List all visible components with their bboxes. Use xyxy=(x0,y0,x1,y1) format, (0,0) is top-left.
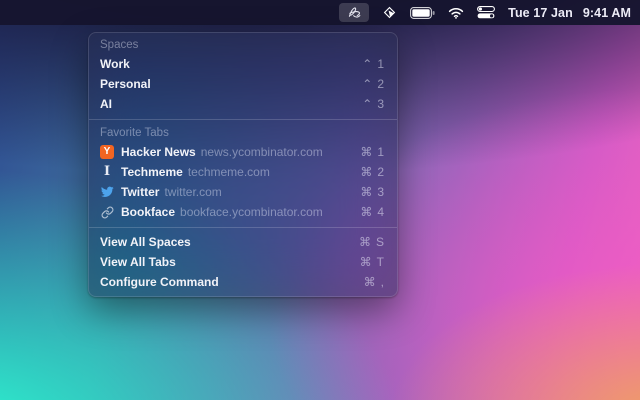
shortcut: ⌘ S xyxy=(359,235,384,249)
section-header-favorite-tabs: Favorite Tabs xyxy=(89,124,397,142)
shortcut-key: 1 xyxy=(377,145,384,159)
shortcut: ⌘ 3 xyxy=(360,185,384,199)
shortcut-modifier: ⌘ xyxy=(360,205,372,219)
arc-menubar-button[interactable] xyxy=(339,3,369,22)
menu-item-bookface[interactable]: Bookface bookface.ycombinator.com ⌘ 4 xyxy=(89,202,397,222)
control-center-icon[interactable] xyxy=(477,3,495,22)
techmeme-glyph: I xyxy=(104,165,110,179)
menu-item-configure-command[interactable]: Configure Command ⌘ , xyxy=(89,272,397,292)
menu-item-twitter[interactable]: Twitter twitter.com ⌘ 3 xyxy=(89,182,397,202)
shortcut: ⌘ 2 xyxy=(360,165,384,179)
shortcut: ⌃ 1 xyxy=(362,57,384,71)
shortcut: ⌃ 2 xyxy=(362,77,384,91)
menu-separator xyxy=(89,119,397,120)
menubar-clock[interactable]: Tue 17 Jan 9:41 AM xyxy=(508,6,631,20)
shortcut-modifier: ⌃ xyxy=(362,77,372,91)
shortcut-key: 2 xyxy=(377,77,384,91)
shortcut: ⌘ 4 xyxy=(360,205,384,219)
menu-item-techmeme[interactable]: I Techmeme techmeme.com ⌘ 2 xyxy=(89,162,397,182)
shortcut-key: T xyxy=(377,255,384,269)
diamond-app-icon[interactable] xyxy=(382,3,397,22)
menu-item-label: Configure Command xyxy=(100,275,219,289)
bookface-link-icon xyxy=(100,205,114,219)
menubar-date[interactable]: Tue 17 Jan xyxy=(508,6,573,20)
shortcut-modifier: ⌃ xyxy=(362,57,372,71)
arc-command-menu: Spaces Work ⌃ 1 Personal ⌃ 2 AI ⌃ 3 Favo… xyxy=(88,32,398,297)
shortcut-modifier: ⌘ xyxy=(360,255,372,269)
shortcut-key: , xyxy=(381,275,384,289)
menu-item-personal[interactable]: Personal ⌃ 2 xyxy=(89,74,397,94)
hacker-news-badge: Y xyxy=(100,145,114,159)
shortcut: ⌘ 1 xyxy=(360,145,384,159)
menu-item-ai[interactable]: AI ⌃ 3 xyxy=(89,94,397,114)
menu-item-label: View All Spaces xyxy=(100,235,191,249)
menu-item-label: Twitter xyxy=(121,185,159,199)
menu-item-view-all-spaces[interactable]: View All Spaces ⌘ S xyxy=(89,232,397,252)
shortcut-modifier: ⌘ xyxy=(360,145,372,159)
menu-item-view-all-tabs[interactable]: View All Tabs ⌘ T xyxy=(89,252,397,272)
battery-icon[interactable] xyxy=(410,3,435,22)
menu-item-url: twitter.com xyxy=(164,185,221,199)
menu-item-label: AI xyxy=(100,97,112,111)
shortcut-key: 4 xyxy=(377,205,384,219)
shortcut-modifier: ⌘ xyxy=(360,185,372,199)
shortcut: ⌃ 3 xyxy=(362,97,384,111)
menu-item-label: Work xyxy=(100,57,130,71)
menu-item-label: Hacker News xyxy=(121,145,196,159)
hacker-news-icon: Y xyxy=(100,145,114,159)
section-header-spaces: Spaces xyxy=(89,36,397,54)
shortcut-key: S xyxy=(376,235,384,249)
menubar-time[interactable]: 9:41 AM xyxy=(583,6,631,20)
shortcut-key: 1 xyxy=(377,57,384,71)
section-header-label: Favorite Tabs xyxy=(100,127,169,139)
techmeme-icon: I xyxy=(100,165,114,179)
menu-item-url: bookface.ycombinator.com xyxy=(180,205,323,219)
menu-item-url: techmeme.com xyxy=(188,165,270,179)
shortcut-modifier: ⌘ xyxy=(364,275,376,289)
shortcut: ⌘ T xyxy=(360,255,384,269)
menu-item-url: news.ycombinator.com xyxy=(201,145,323,159)
shortcut-modifier: ⌘ xyxy=(360,165,372,179)
shortcut-modifier: ⌘ xyxy=(359,235,371,249)
twitter-icon xyxy=(100,185,114,199)
arc-logo-icon xyxy=(346,4,363,21)
menu-item-hacker-news[interactable]: Y Hacker News news.ycombinator.com ⌘ 1 xyxy=(89,142,397,162)
shortcut-key: 2 xyxy=(377,165,384,179)
wifi-icon[interactable] xyxy=(448,3,464,22)
section-header-label: Spaces xyxy=(100,39,138,51)
menu-item-label: Personal xyxy=(100,77,151,91)
shortcut-key: 3 xyxy=(377,97,384,111)
shortcut-key: 3 xyxy=(377,185,384,199)
menubar: Tue 17 Jan 9:41 AM xyxy=(0,0,640,25)
menu-item-label: Techmeme xyxy=(121,165,183,179)
menu-item-work[interactable]: Work ⌃ 1 xyxy=(89,54,397,74)
menu-separator xyxy=(89,227,397,228)
menu-item-label: Bookface xyxy=(121,205,175,219)
shortcut-modifier: ⌃ xyxy=(362,97,372,111)
menu-item-label: View All Tabs xyxy=(100,255,176,269)
shortcut: ⌘ , xyxy=(364,275,384,289)
